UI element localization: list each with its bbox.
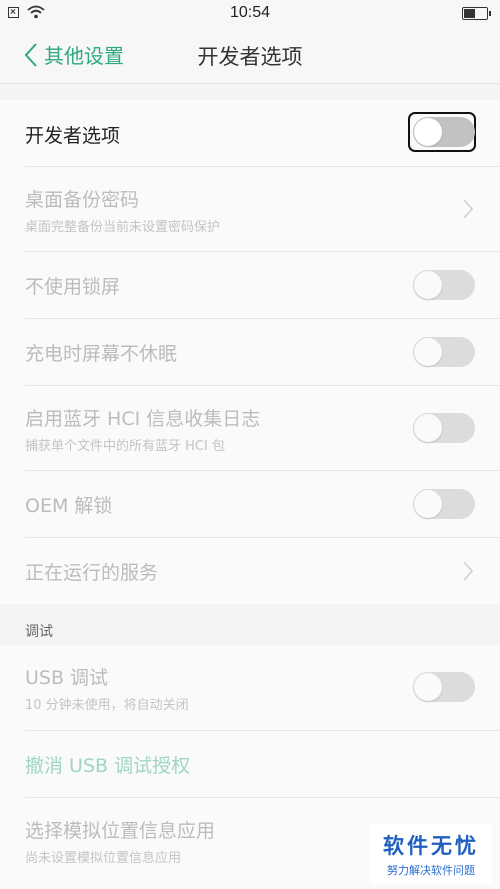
developer-options-label: 开发者选项 [25, 125, 121, 147]
toggle-knob [414, 414, 442, 442]
toggle-knob [414, 271, 442, 299]
bluetooth-hci-title: 启用蓝牙 HCI 信息收集日志 [25, 408, 261, 430]
mock-location-title: 选择模拟位置信息应用 [25, 820, 216, 842]
backup-password-row[interactable]: 桌面备份密码 桌面完整备份当前未设置密码保护 [25, 167, 500, 252]
usb-debugging-toggle[interactable] [413, 672, 475, 702]
usb-debugging-row[interactable]: USB 调试 10 分钟未使用，将自动关闭 [25, 645, 500, 731]
oem-unlock-row[interactable]: OEM 解锁 [25, 471, 500, 538]
status-time: 10:54 [229, 4, 271, 21]
running-services-row[interactable]: 正在运行的服务 [25, 538, 500, 604]
oem-unlock-title: OEM 解锁 [25, 495, 113, 517]
charging-awake-toggle[interactable] [413, 337, 475, 367]
watermark-logo: 软件无忧 努力解决软件问题 [370, 824, 492, 884]
no-lockscreen-row[interactable]: 不使用锁屏 [25, 252, 500, 319]
watermark-subtitle: 努力解决软件问题 [387, 864, 475, 877]
running-services-title: 正在运行的服务 [25, 562, 159, 584]
developer-settings-list: 开发者选项 桌面备份密码 桌面完整备份当前未设置密码保护 不使用锁屏 充电时屏幕… [0, 100, 500, 604]
charging-awake-row[interactable]: 充电时屏幕不休眠 [25, 319, 500, 386]
battery-level [464, 9, 475, 18]
watermark-title: 软件无忧 [383, 834, 479, 858]
toggle-knob [414, 118, 442, 146]
chevron-right-icon [463, 561, 473, 581]
no-lockscreen-toggle[interactable] [413, 270, 475, 300]
oem-unlock-toggle[interactable] [413, 489, 475, 519]
revoke-usb-auth-title: 撤消 USB 调试授权 [25, 755, 191, 777]
bluetooth-hci-toggle[interactable] [413, 413, 475, 443]
backup-password-title: 桌面备份密码 [25, 189, 140, 211]
revoke-usb-auth-row[interactable]: 撤消 USB 调试授权 [25, 731, 500, 798]
no-lockscreen-title: 不使用锁屏 [25, 276, 121, 298]
bluetooth-hci-row[interactable]: 启用蓝牙 HCI 信息收集日志 捕获单个文件中的所有蓝牙 HCI 包 [25, 386, 500, 471]
usb-debugging-subtitle: 10 分钟未使用，将自动关闭 [25, 698, 189, 713]
usb-debugging-title: USB 调试 [25, 667, 109, 689]
chevron-right-icon [463, 199, 473, 219]
charging-awake-title: 充电时屏幕不休眠 [25, 343, 178, 365]
status-bar: 10:54 [0, 0, 500, 28]
toggle-knob [414, 673, 442, 701]
top-navigation: 其他设置 开发者选项 [0, 28, 500, 84]
backup-password-subtitle: 桌面完整备份当前未设置密码保护 [25, 220, 221, 235]
mock-location-subtitle: 尚未设置模拟位置信息应用 [25, 851, 182, 866]
debug-section-header: 调试 [25, 624, 53, 640]
battery-icon [462, 7, 491, 20]
toggle-knob [414, 338, 442, 366]
bluetooth-hci-subtitle: 捕获单个文件中的所有蓝牙 HCI 包 [25, 439, 225, 454]
toggle-knob [414, 490, 442, 518]
developer-options-toggle[interactable] [413, 117, 475, 147]
page-title: 开发者选项 [197, 45, 303, 69]
developer-options-row[interactable]: 开发者选项 [25, 100, 500, 167]
